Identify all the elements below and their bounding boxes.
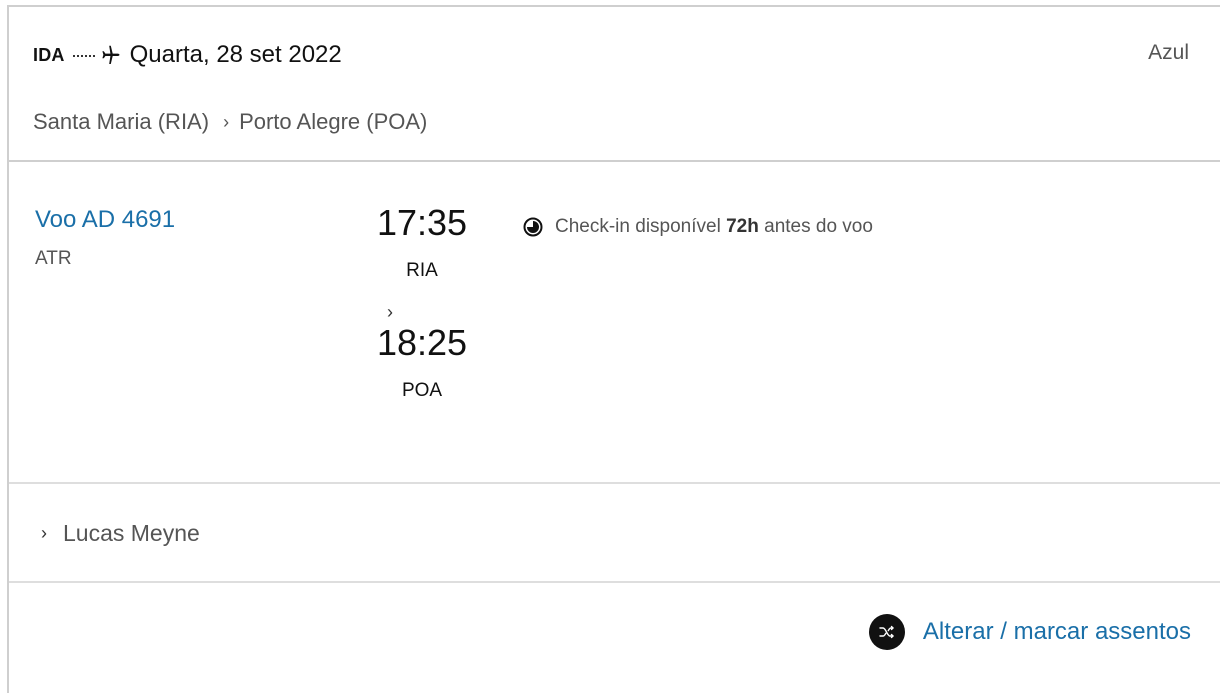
flight-card: IDA Quarta, 28 set 2022 Azul Santa Maria…	[7, 5, 1220, 693]
plane-icon	[98, 43, 122, 67]
arrival-code: POA	[401, 380, 443, 401]
clock-icon	[523, 217, 543, 237]
chevron-right-icon: ›	[223, 111, 230, 132]
flight-date: Quarta, 28 set 2022	[129, 41, 342, 68]
passenger-row[interactable]: › Lucas Meyne	[9, 484, 1220, 583]
flight-times: 17:35 RIA › 18:25 POA	[367, 202, 477, 402]
change-seats-button[interactable]: Alterar / marcar assentos	[868, 614, 1191, 650]
passenger-name: Lucas Meyne	[63, 520, 200, 546]
departure-time: 17:35	[376, 202, 468, 243]
chevron-right-icon: ›	[387, 302, 393, 322]
checkin-info: Check-in disponível 72h antes do voo	[523, 213, 923, 241]
passenger-toggle[interactable]: › Lucas Meyne	[41, 520, 200, 547]
airline-name: Azul	[1148, 41, 1189, 64]
flight-number-link[interactable]: Voo AD 4691	[35, 206, 175, 234]
arrival-time: 18:25	[376, 322, 468, 363]
change-seats-label: Alterar / marcar assentos	[922, 618, 1191, 645]
dotted-line	[72, 55, 95, 57]
chevron-right-icon: ›	[41, 523, 47, 543]
route: Santa Maria (RIA) › Porto Alegre (POA)	[33, 109, 427, 135]
departure-code: RIA	[406, 260, 438, 281]
direction-label: IDA	[33, 44, 65, 65]
checkin-text: Check-in disponível 72h antes do voo	[555, 216, 873, 237]
destination: Porto Alegre (POA)	[239, 109, 428, 134]
aircraft-type: ATR	[35, 248, 72, 269]
shuffle-icon	[868, 614, 905, 650]
direction-row: IDA Quarta, 28 set 2022	[33, 41, 342, 69]
flight-segment: Voo AD 4691 ATR 17:35 RIA › 18:25 POA Ch…	[9, 162, 1220, 484]
origin: Santa Maria (RIA)	[33, 109, 210, 134]
trip-header: IDA Quarta, 28 set 2022 Azul Santa Maria…	[9, 7, 1220, 162]
